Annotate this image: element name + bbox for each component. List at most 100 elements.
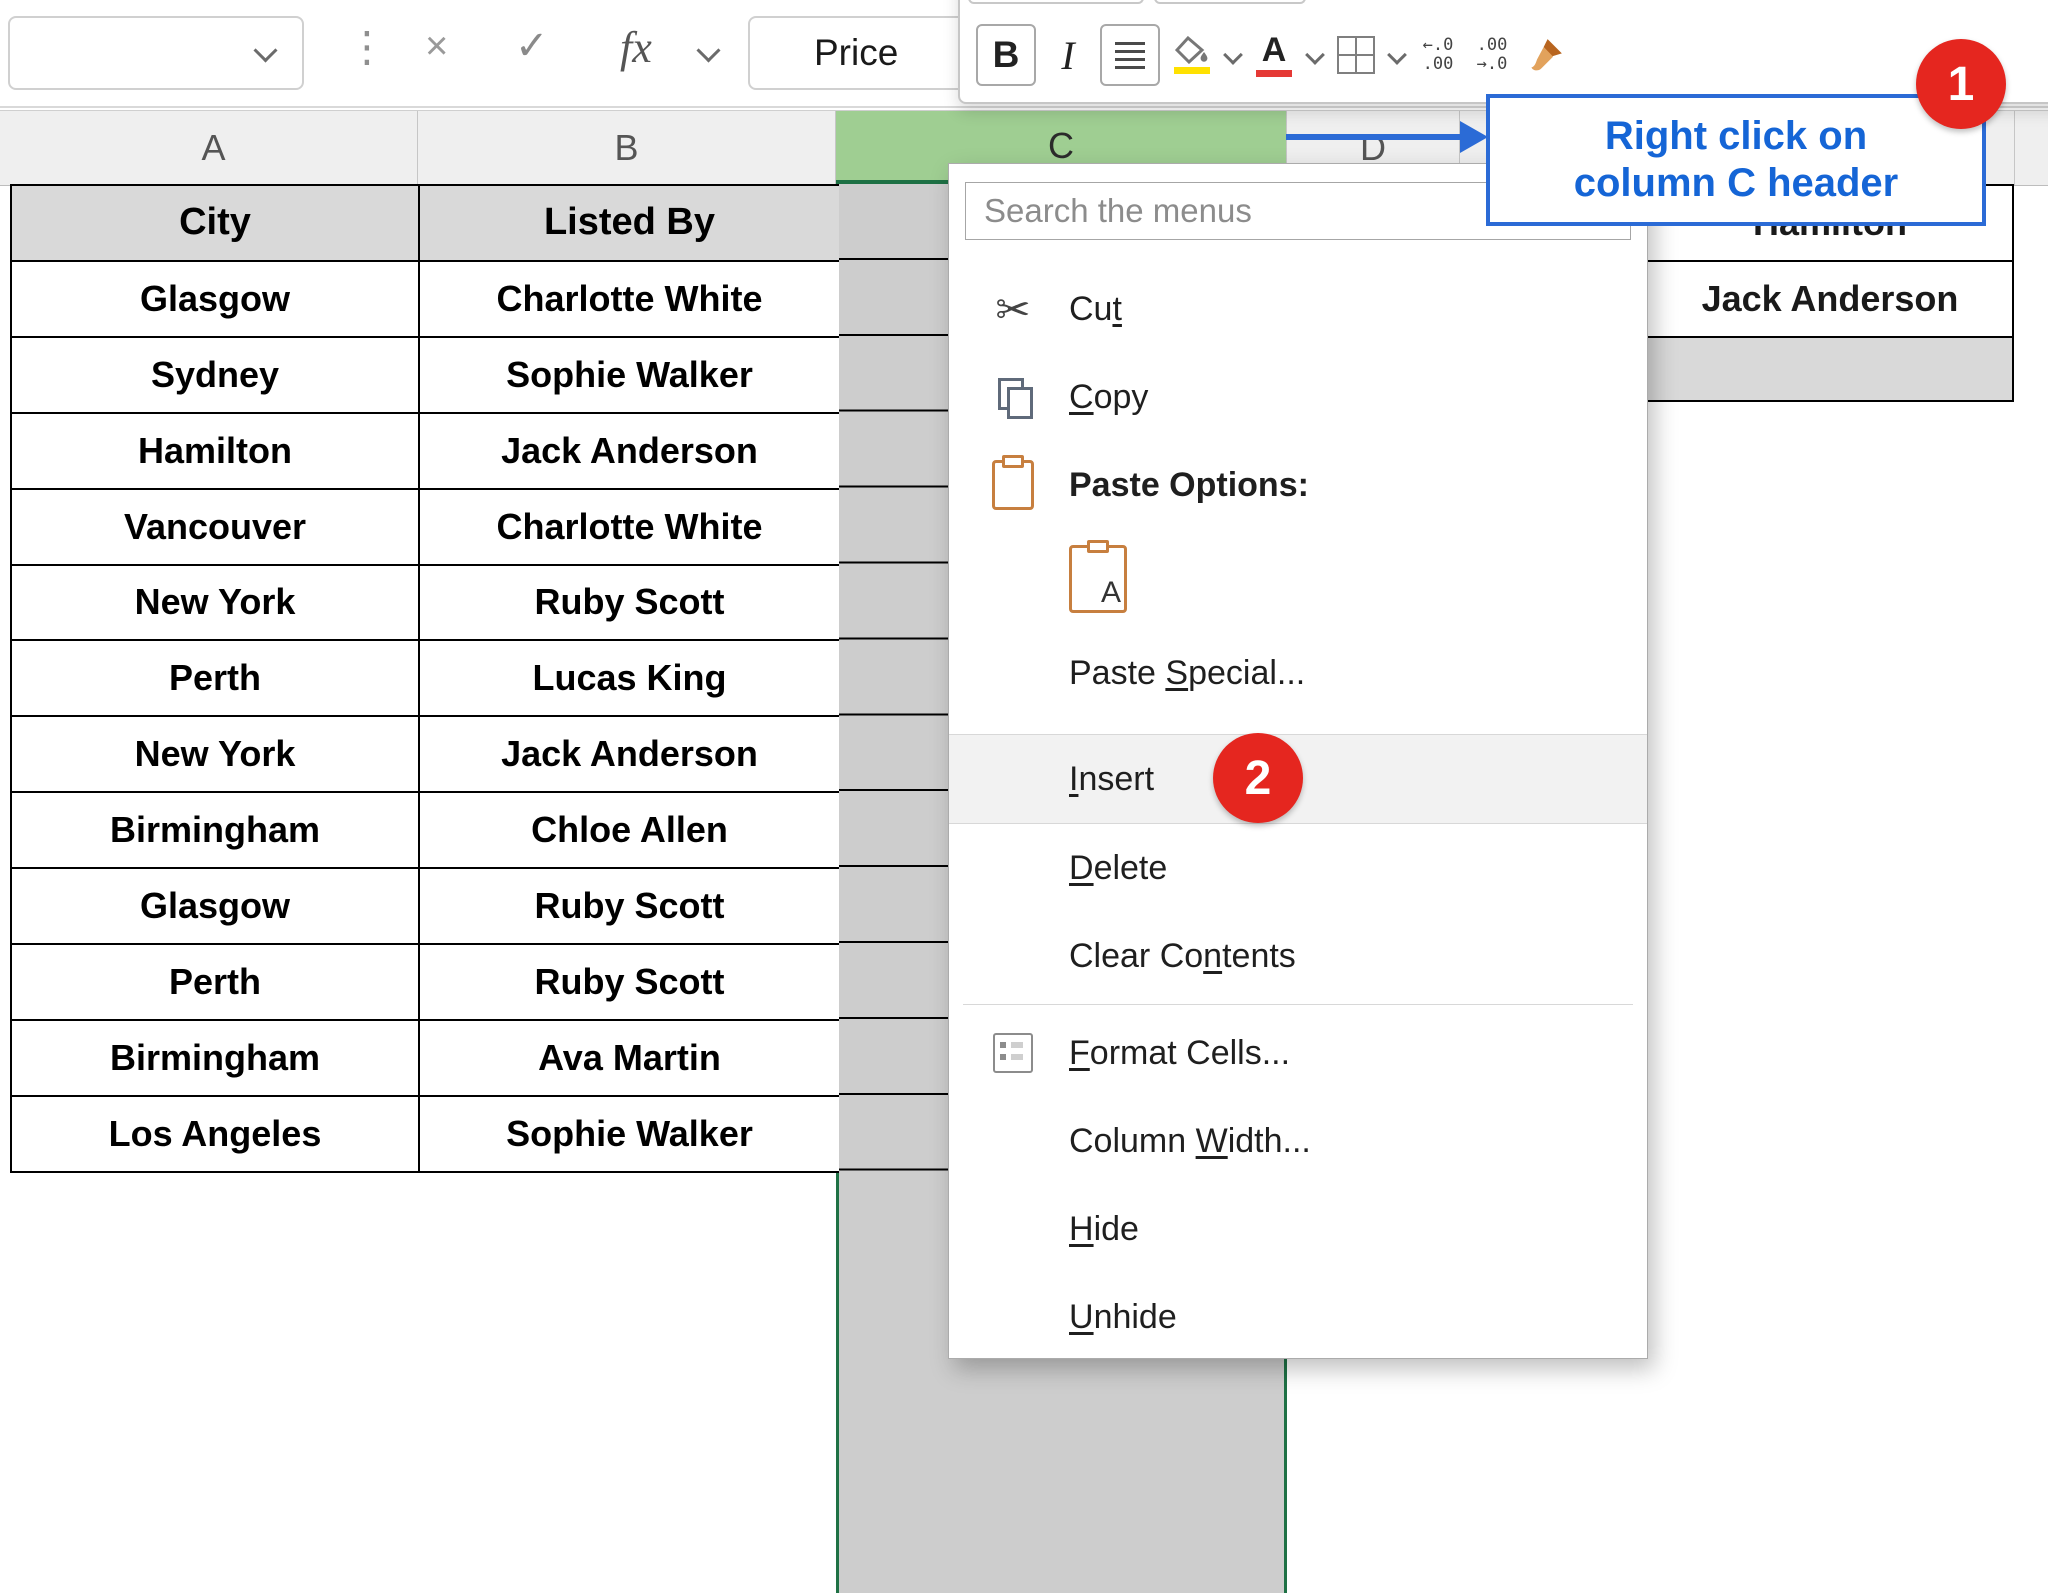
side-cell-empty[interactable] [1646, 338, 2014, 402]
enter-icon[interactable]: ✓ [515, 26, 549, 66]
menu-item-clear-contents[interactable]: Clear Contents [949, 912, 1647, 1000]
font-color-swatch [1256, 70, 1292, 77]
city-cell[interactable]: Sydney [12, 338, 420, 412]
city-cell[interactable]: New York [12, 566, 420, 640]
chevron-down-icon [253, 38, 277, 62]
city-cell[interactable]: Los Angeles [12, 1097, 420, 1171]
listed-by-cell[interactable]: Chloe Allen [420, 793, 839, 867]
chevron-down-icon[interactable] [1305, 45, 1325, 65]
menu-item-cut[interactable]: ✂ Cut [949, 265, 1647, 353]
table-row: Birmingham Ava Martin [12, 1021, 839, 1097]
toolbar-row: B I A [976, 22, 1568, 88]
column-letter: A [201, 127, 225, 169]
table-row: Hamilton Jack Anderson [12, 414, 839, 490]
city-cell[interactable]: Glasgow [12, 869, 420, 943]
font-color-a-icon: A [1262, 33, 1287, 67]
callout-arrow-line [1286, 134, 1464, 140]
listed-by-cell[interactable]: Charlotte White [420, 262, 839, 336]
city-cell[interactable]: Vancouver [12, 490, 420, 564]
menu-item-label: Hide [1049, 1210, 1139, 1249]
city-cell[interactable]: New York [12, 717, 420, 791]
listed-by-cell[interactable]: Ruby Scott [420, 945, 839, 1019]
italic-button[interactable]: I [1046, 26, 1090, 84]
city-header-cell[interactable]: City [12, 186, 420, 260]
chevron-down-icon[interactable] [1387, 45, 1407, 65]
borders-grid-icon [1337, 36, 1375, 74]
scissors-icon: ✂ [977, 285, 1049, 334]
menu-item-label: Copy [1049, 378, 1148, 417]
column-header-a[interactable]: A [10, 111, 418, 185]
listed-by-cell[interactable]: Lucas King [420, 641, 839, 715]
listed-by-header-cell[interactable]: Listed By [420, 186, 839, 260]
menu-item-format-cells[interactable]: Format Cells... [949, 1009, 1647, 1097]
chevron-down-icon[interactable] [1223, 45, 1243, 65]
city-cell[interactable]: Perth [12, 945, 420, 1019]
column-letter: C [1048, 125, 1074, 167]
align-button[interactable] [1100, 24, 1160, 86]
listed-by-cell[interactable]: Sophie Walker [420, 1097, 839, 1171]
menu-item-hide[interactable]: Hide [949, 1185, 1647, 1273]
chevron-down-icon[interactable] [696, 38, 720, 62]
clipboard-a-icon [1069, 545, 1127, 613]
callout-box: Right click on column C header [1486, 94, 1986, 226]
menu-item-label: Paste Special... [1049, 654, 1305, 693]
side-cell[interactable]: Jack Anderson [1646, 262, 2014, 338]
mini-toolbar: B I A [958, 0, 2048, 104]
menu-item-label: Format Cells... [1049, 1034, 1290, 1073]
table-row: New York Ruby Scott [12, 566, 839, 642]
table-header-row: City Listed By [12, 186, 839, 262]
listed-by-cell[interactable]: Jack Anderson [420, 414, 839, 488]
increase-decimal-icon: ←.0.00 [1423, 36, 1454, 73]
step-1-badge: 1 [1916, 39, 2006, 129]
paint-bucket-icon [1175, 36, 1209, 64]
cancel-icon[interactable]: × [425, 26, 448, 66]
listed-by-cell[interactable]: Ruby Scott [420, 566, 839, 640]
menu-item-paste-options: Paste Options: [949, 441, 1647, 529]
decrease-decimal-icon: .00→.0 [1477, 36, 1508, 73]
listed-by-cell[interactable]: Ruby Scott [420, 869, 839, 943]
menu-item-label: Unhide [1049, 1298, 1177, 1337]
grip-dots-icon: ⋮ [346, 22, 388, 71]
column-header-b[interactable]: B [418, 111, 836, 185]
menu-item-label: Column Width... [1049, 1122, 1311, 1161]
listed-by-cell[interactable]: Charlotte White [420, 490, 839, 564]
city-cell[interactable]: Hamilton [12, 414, 420, 488]
city-cell[interactable]: Perth [12, 641, 420, 715]
listed-by-cell[interactable]: Sophie Walker [420, 338, 839, 412]
paste-keep-source-formatting-button[interactable] [949, 529, 1647, 629]
city-cell[interactable]: Glasgow [12, 262, 420, 336]
menu-item-label: Paste Options: [1049, 466, 1309, 505]
formula-value: Price [814, 32, 898, 74]
table-row: Glasgow Charlotte White [12, 262, 839, 338]
copy-icon [977, 378, 1049, 416]
listed-by-cell[interactable]: Ava Martin [420, 1021, 839, 1095]
excel-window: ⋮ × ✓ fx Price B I [0, 0, 2048, 1593]
listed-by-cell[interactable]: Jack Anderson [420, 717, 839, 791]
fill-color-button[interactable] [1170, 26, 1214, 84]
insert-function-icon[interactable]: fx [620, 22, 652, 73]
format-cells-icon [977, 1033, 1049, 1073]
menu-item-copy[interactable]: Copy [949, 353, 1647, 441]
data-table: City Listed By Glasgow Charlotte White S… [10, 184, 839, 1173]
menu-item-paste-special[interactable]: Paste Special... [949, 629, 1647, 717]
menu-item-unhide[interactable]: Unhide [949, 1273, 1647, 1361]
format-painter-button[interactable] [1524, 26, 1568, 84]
font-color-button[interactable]: A [1252, 26, 1296, 84]
bold-button[interactable]: B [976, 24, 1036, 86]
increase-decimal-button[interactable]: ←.0.00 [1416, 26, 1460, 84]
borders-button[interactable] [1334, 26, 1378, 84]
callout-line1: Right click on [1605, 113, 1867, 160]
menu-item-label: Delete [1049, 849, 1167, 888]
city-cell[interactable]: Birmingham [12, 793, 420, 867]
callout-arrow-head [1460, 121, 1488, 153]
callout-line2: column C header [1574, 160, 1899, 207]
menu-item-column-width[interactable]: Column Width... [949, 1097, 1647, 1185]
table-row: Los Angeles Sophie Walker [12, 1097, 839, 1173]
name-box[interactable] [8, 16, 304, 90]
table-row: Birmingham Chloe Allen [12, 793, 839, 869]
decrease-decimal-button[interactable]: .00→.0 [1470, 26, 1514, 84]
city-cell[interactable]: Birmingham [12, 1021, 420, 1095]
menu-item-delete[interactable]: Delete [949, 824, 1647, 912]
table-body: Glasgow Charlotte White Sydney Sophie Wa… [12, 262, 839, 1173]
table-row: New York Jack Anderson [12, 717, 839, 793]
